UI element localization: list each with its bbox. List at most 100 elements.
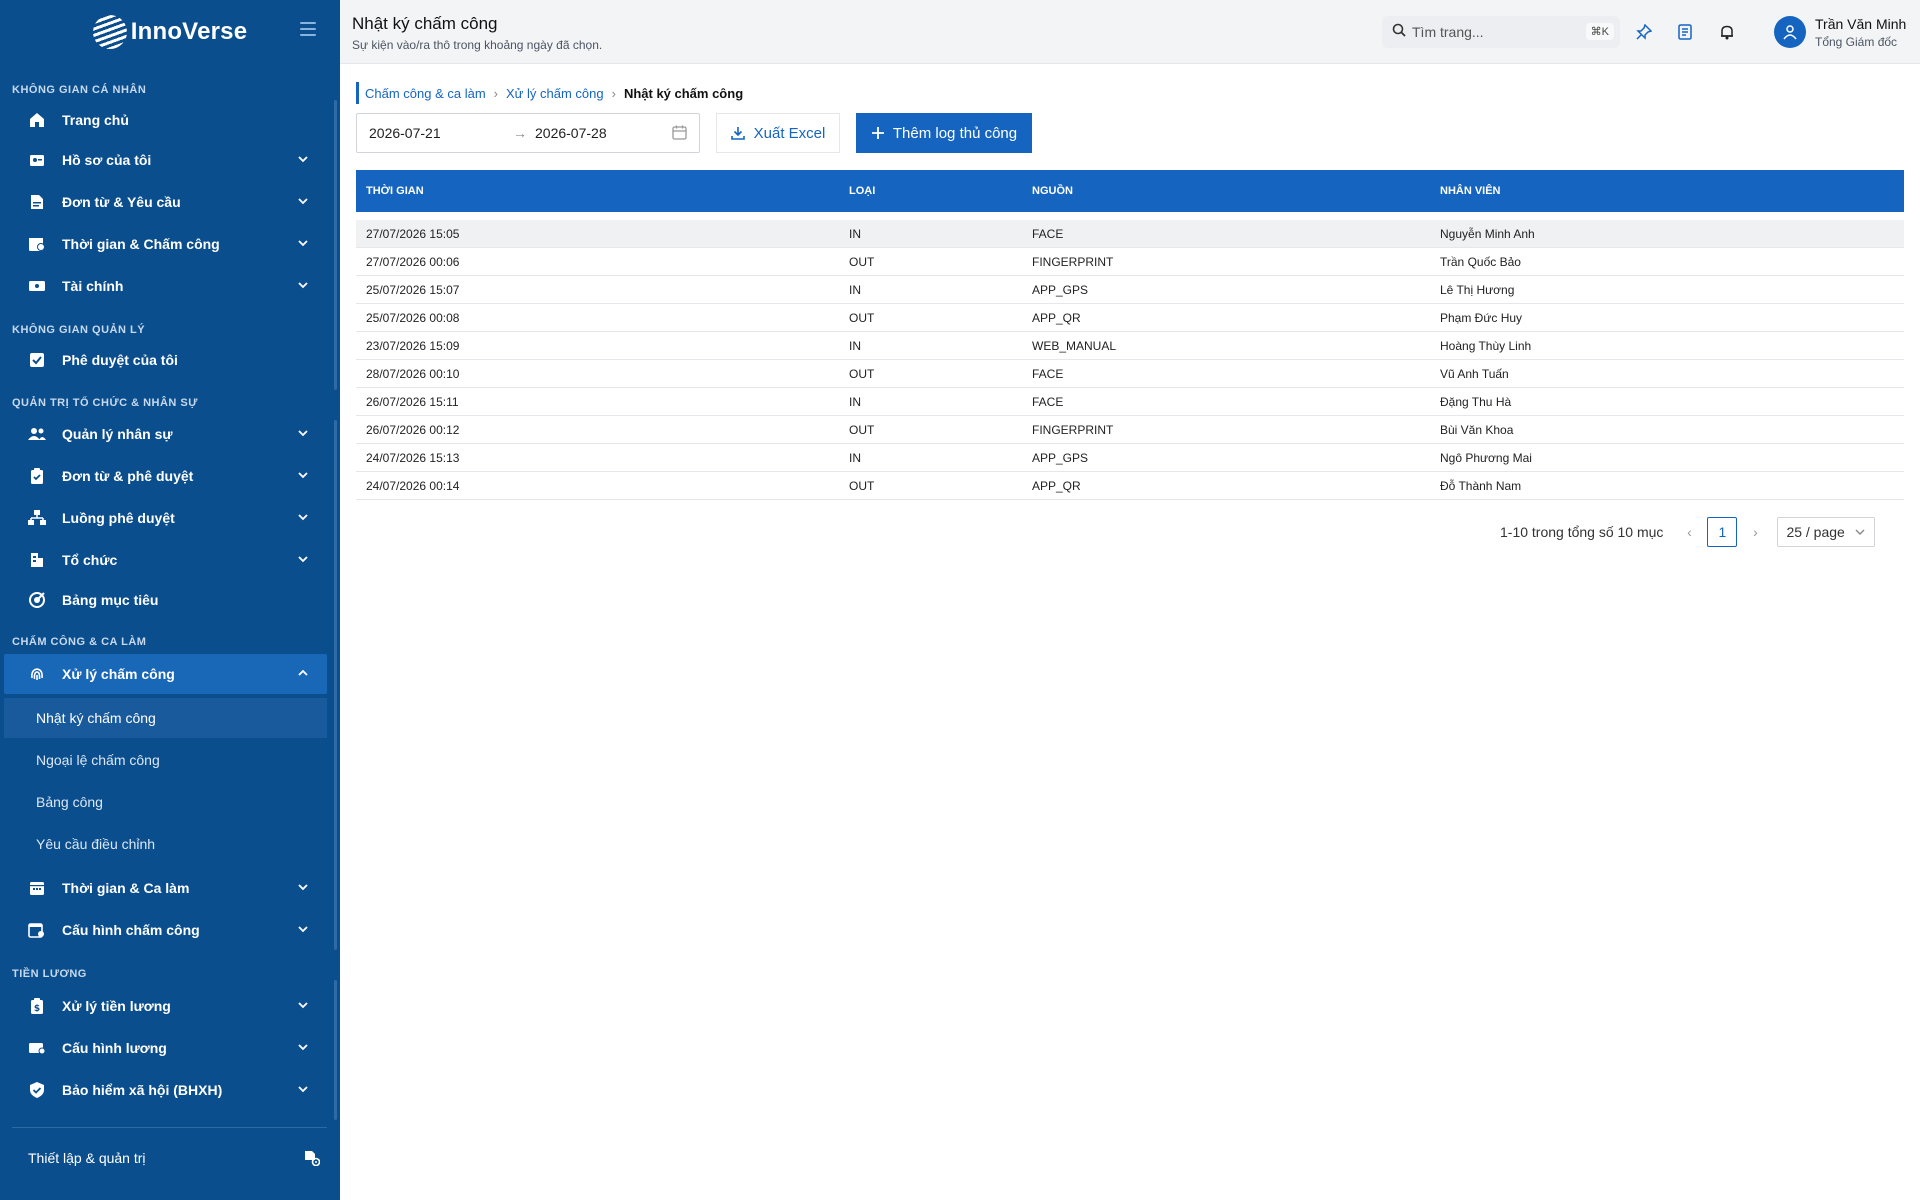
sidebar-item-organization[interactable]: Tổ chức [4,540,327,580]
table-row[interactable]: 26/07/2026 15:11 IN FACE Đặng Thu Hà [356,388,1904,416]
sidebar-item-attendance-processing[interactable]: Xử lý chấm công [4,654,327,694]
sidebar-scrollbar[interactable] [334,420,337,950]
sidebar-item-salary-config[interactable]: Cấu hình lương [4,1028,327,1068]
sidebar-scrollbar[interactable] [334,100,337,390]
date-to-input[interactable]: 2026-07-28 [535,125,607,141]
pin-icon[interactable] [1632,20,1656,44]
sidebar-item-forms-approval[interactable]: Đơn từ & phê duyệt [4,456,327,496]
cell-type: OUT [849,254,875,269]
sidebar-item-label: Hồ sơ của tôi [62,152,152,168]
table-row[interactable]: 23/07/2026 15:09 IN WEB_MANUAL Hoàng Thùy L… [356,332,1904,360]
sidebar-divider [12,1127,327,1128]
sidebar-subitem-timesheet[interactable]: Bảng công [4,782,327,822]
sidebar-item-payroll-processing[interactable]: $ Xử lý tiền lương [4,986,327,1026]
cell-time: 25/07/2026 00:08 [366,310,460,325]
calendar-clock-icon [28,235,46,253]
sidebar-item-social-insurance[interactable]: Bảo hiểm xã hội (BHXH) [4,1070,327,1110]
column-header-time[interactable]: THỜI GIAN [366,185,424,197]
add-manual-log-label: Thêm log thủ công [892,124,1018,142]
cell-type: OUT [849,310,875,325]
sidebar-item-home[interactable]: Trang chủ [4,100,327,140]
cell-employee: Hoàng Thùy Linh [1440,338,1532,353]
cell-employee: Ngô Phương Mai [1440,450,1532,465]
breadcrumb-link[interactable]: Chấm công & ca làm [365,86,486,101]
sidebar-subitem-adjust-requests[interactable]: Yêu cầu điều chỉnh [4,824,327,864]
bell-icon[interactable] [1715,20,1739,44]
sidebar-item-attendance-config[interactable]: Cấu hình chấm công [4,910,327,950]
notes-icon[interactable] [1673,20,1697,44]
cell-employee: Bùi Văn Khoa [1440,422,1514,437]
sidebar-item-hr-management[interactable]: Quản lý nhân sự [4,414,327,454]
top-header: Nhật ký chấm công Sự kiện vào/ra thô tro… [340,0,1920,64]
next-page-icon[interactable]: › [1741,517,1769,547]
table-row[interactable]: 28/07/2026 00:10 OUT FACE Vũ Anh Tuấn [356,360,1904,388]
page-subtitle: Sự kiện vào/ra thô trong khoảng ngày đã … [352,38,603,52]
table-row[interactable]: 27/07/2026 00:06 OUT FINGERPRINT Trần Quốc … [356,248,1904,276]
sidebar-footer-settings[interactable]: Thiết lập & quản trị [0,1136,340,1180]
table-row[interactable]: 25/07/2026 15:07 IN APP_GPS Lê Thị Hương [356,276,1904,304]
user-name[interactable]: Trần Văn Minh [1815,16,1906,32]
sidebar-item-time-shift[interactable]: Thời gian & Ca làm [4,868,327,908]
clipboard-check-icon [28,467,46,485]
date-range-picker[interactable]: 2026-07-21 → 2026-07-28 [356,113,700,153]
pagination: 1-10 trong tổng số 10 mục ‹ 1 › 25 / pag… [1500,517,1876,547]
cell-source: WEB_MANUAL [1032,338,1117,353]
breadcrumb-link[interactable]: Xử lý chấm công [506,86,604,101]
cell-source: APP_QR [1032,478,1081,493]
chevron-down-icon [298,1086,308,1093]
cell-type: IN [849,282,861,297]
sidebar-item-label: Tổ chức [62,552,118,568]
export-excel-button[interactable]: Xuất Excel [716,113,840,153]
menu-collapse-icon[interactable] [300,22,316,36]
sidebar-item-label: Phê duyệt của tôi [62,352,178,368]
sidebar-item-time-attendance[interactable]: Thời gian & Chấm công [4,224,327,264]
sidebar-item-approval-flow[interactable]: Luồng phê duyệt [4,498,327,538]
page-size-select[interactable]: 25 / page [1777,517,1876,547]
sidebar-item-goals[interactable]: Bảng mục tiêu [4,580,327,620]
cell-source: APP_QR [1032,310,1081,325]
table-row[interactable]: 26/07/2026 00:12 OUT FINGERPRINT Bùi Văn Kh… [356,416,1904,444]
table-row[interactable]: 24/07/2026 00:14 OUT APP_QR Đỗ Thành Nam [356,472,1904,500]
date-from-input[interactable]: 2026-07-21 [369,125,441,141]
logo[interactable]: InnoVerse [0,0,340,64]
sidebar-item-label: Xử lý chấm công [62,666,175,682]
cell-time: 27/07/2026 15:05 [366,226,460,241]
cell-type: OUT [849,366,875,381]
calendar-icon[interactable] [672,125,687,143]
chevron-down-icon [298,926,308,933]
calendar-gear-icon [28,921,46,939]
search-input[interactable] [1412,24,1572,40]
add-manual-log-button[interactable]: Thêm log thủ công [856,113,1032,153]
column-header-employee[interactable]: NHÂN VIÊN [1440,185,1501,197]
cell-type: IN [849,450,861,465]
sidebar-item-label: Thời gian & Chấm công [62,236,220,252]
cell-type: IN [849,394,861,409]
column-header-type[interactable]: LOẠI [849,185,875,197]
sidebar-item-label: Luồng phê duyệt [62,510,175,526]
search-box[interactable]: ⌘K [1382,16,1620,48]
column-header-source[interactable]: NGUỒN [1032,185,1073,197]
page-number-button[interactable]: 1 [1707,517,1738,547]
sidebar-item-requests[interactable]: Đơn từ & Yêu cầu [4,182,327,222]
table-row[interactable]: 24/07/2026 15:13 IN APP_GPS Ngô Phương Mai [356,444,1904,472]
sidebar-subitem-attendance-exceptions[interactable]: Ngoại lệ chấm công [4,740,327,780]
sidebar-item-label: Thời gian & Ca làm [62,880,190,896]
shield-check-icon [28,1081,46,1099]
prev-page-icon[interactable]: ‹ [1675,517,1703,547]
table-row[interactable]: 25/07/2026 00:08 OUT APP_QR Phạm Đức Huy [356,304,1904,332]
cell-employee: Đỗ Thành Nam [1440,478,1522,493]
chevron-down-icon [1855,529,1865,535]
cell-time: 28/07/2026 00:10 [366,366,460,381]
sidebar-item-my-approvals[interactable]: Phê duyệt của tôi [4,340,327,380]
sidebar-item-profile[interactable]: Hồ sơ của tôi [4,140,327,180]
cell-employee: Vũ Anh Tuấn [1440,366,1509,381]
avatar[interactable] [1774,16,1806,48]
sidebar-item-label: Tài chính [62,278,124,294]
table-row[interactable]: 27/07/2026 15:05 IN FACE Nguyễn Minh Anh [356,220,1904,248]
sidebar-scrollbar[interactable] [334,980,337,1120]
chevron-down-icon [298,514,308,521]
sidebar-subitem-attendance-log[interactable]: Nhật ký chấm công [4,698,327,738]
chevron-down-icon [298,430,308,437]
sidebar-item-finance[interactable]: Tài chính [4,266,327,306]
cell-source: APP_GPS [1032,282,1089,297]
